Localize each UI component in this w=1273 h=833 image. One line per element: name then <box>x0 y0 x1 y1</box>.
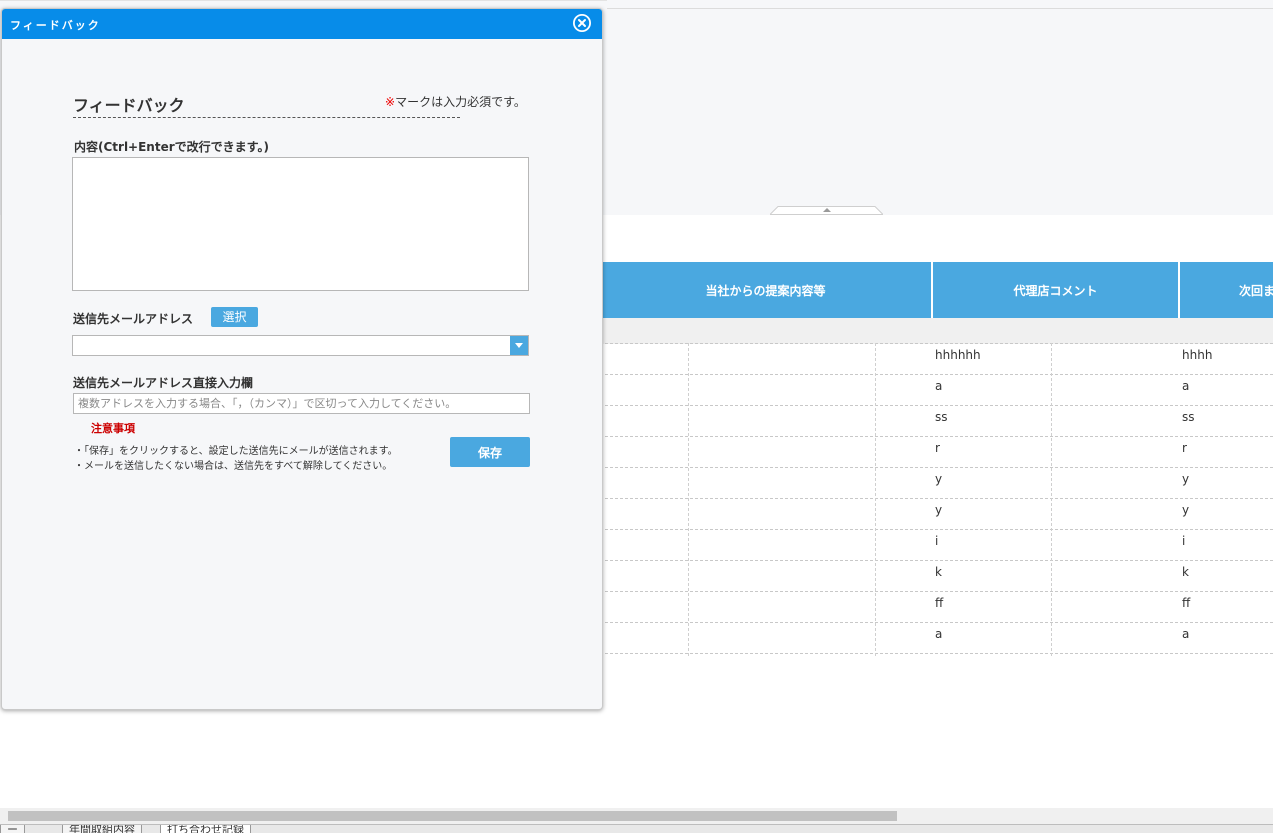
save-button[interactable]: 保存 <box>450 437 530 467</box>
notice-line-2: ・メールを送信したくない場合は、送信先をすべて解除してください。 <box>74 461 393 472</box>
cell-agency-comment[interactable]: ff <box>933 592 1180 622</box>
table-row[interactable]: rr <box>600 437 1273 468</box>
combobox-dropdown-button[interactable] <box>510 336 528 355</box>
table-row[interactable]: aa <box>600 375 1273 406</box>
direct-email-input[interactable] <box>73 393 530 414</box>
table-row[interactable]: ss ss <box>600 406 1273 437</box>
recipient-combobox[interactable] <box>72 335 529 356</box>
cell-proposal[interactable] <box>600 406 933 436</box>
cell-agency-comment[interactable]: i <box>933 530 1180 560</box>
grid-column-divider <box>1051 343 1052 656</box>
cell-next[interactable]: y <box>1180 468 1273 498</box>
cell-next[interactable]: y <box>1180 499 1273 529</box>
feedback-dialog: フィードバック フィードバック ※マークは入力必須です。 内容(Ctrl+Ent… <box>1 8 603 710</box>
cell-agency-comment[interactable]: ss <box>933 406 1180 436</box>
notice-line-1: ・「保存」をクリックすると、設定した送信先にメールが送信されます。 <box>74 446 398 457</box>
collapse-up-icon <box>770 206 883 215</box>
cell-agency-comment[interactable]: k <box>933 561 1180 591</box>
horizontal-scrollbar[interactable] <box>0 808 1273 824</box>
cell-next[interactable]: a <box>1180 375 1273 405</box>
table-row[interactable]: yy <box>600 499 1273 530</box>
grid-body: hhhhhh hhhh a a ss ss r r y y y y i i k k ff ff a a <box>600 344 1273 654</box>
cell-agency-comment[interactable]: a <box>933 375 1180 405</box>
cell-next[interactable]: k <box>1180 561 1273 591</box>
cell-proposal[interactable] <box>600 375 933 405</box>
grid-filter-row <box>600 318 1273 344</box>
required-mark: ※ <box>385 95 396 109</box>
table-row[interactable]: yy <box>600 468 1273 499</box>
table-row[interactable]: hhhhhh hhhh <box>600 344 1273 375</box>
cell-next[interactable]: a <box>1180 623 1273 653</box>
cell-next[interactable]: r <box>1180 437 1273 467</box>
table-row[interactable]: kk <box>600 561 1273 592</box>
records-grid: 当社からの提案内容等 代理店コメント 次回ま hhhhhh hhhh a a ss ss r… <box>600 262 1273 654</box>
select-recipient-button[interactable]: 選択 <box>211 307 258 327</box>
grid-column-divider <box>688 343 689 656</box>
cell-agency-comment[interactable]: y <box>933 499 1180 529</box>
close-icon <box>574 15 590 31</box>
grid-header-row: 当社からの提案内容等 代理店コメント 次回ま <box>600 262 1273 318</box>
grid-header-next[interactable]: 次回ま <box>1180 262 1273 318</box>
cell-proposal[interactable] <box>600 592 933 622</box>
cell-agency-comment[interactable]: y <box>933 468 1180 498</box>
content-label: 内容(Ctrl+Enterで改行できます。) <box>74 140 269 154</box>
chevron-down-icon <box>515 343 523 348</box>
notice-title: 注意事項 <box>91 422 135 435</box>
cell-proposal[interactable] <box>600 499 933 529</box>
panel-collapse-handle[interactable] <box>770 206 883 215</box>
table-row[interactable]: ff ff <box>600 592 1273 623</box>
cell-agency-comment[interactable]: a <box>933 623 1180 653</box>
close-button[interactable] <box>573 14 591 32</box>
table-row[interactable]: ii <box>600 530 1273 561</box>
grid-header-agency-comment[interactable]: 代理店コメント <box>933 262 1180 318</box>
dialog-title: フィードバック <box>10 19 101 32</box>
cell-proposal[interactable] <box>600 561 933 591</box>
recipient-label: 送信先メールアドレス <box>73 312 194 326</box>
background-top-strip <box>607 0 1273 9</box>
cell-next[interactable]: i <box>1180 530 1273 560</box>
scrollbar-thumb[interactable] <box>8 811 897 821</box>
required-note-text: マークは入力必須です。 <box>395 95 526 109</box>
content-textarea[interactable] <box>72 157 529 291</box>
cell-proposal[interactable] <box>600 530 933 560</box>
cell-proposal[interactable] <box>600 437 933 467</box>
direct-email-label: 送信先メールアドレス直接入力欄 <box>73 376 254 390</box>
cell-agency-comment[interactable]: r <box>933 437 1180 467</box>
cell-next[interactable]: hhhh <box>1180 344 1273 374</box>
required-note: ※マークは入力必須です。 <box>385 93 526 110</box>
cell-next[interactable]: ss <box>1180 406 1273 436</box>
cell-agency-comment[interactable]: hhhhhh <box>933 344 1180 374</box>
cell-proposal[interactable] <box>600 623 933 653</box>
dialog-title-bar[interactable]: フィードバック <box>2 9 602 39</box>
grid-column-divider <box>875 343 876 656</box>
cell-proposal[interactable] <box>600 468 933 498</box>
table-row[interactable]: aa <box>600 623 1273 654</box>
cell-next[interactable]: ff <box>1180 592 1273 622</box>
grid-header-proposal[interactable]: 当社からの提案内容等 <box>600 262 933 318</box>
cell-proposal[interactable] <box>600 344 933 374</box>
